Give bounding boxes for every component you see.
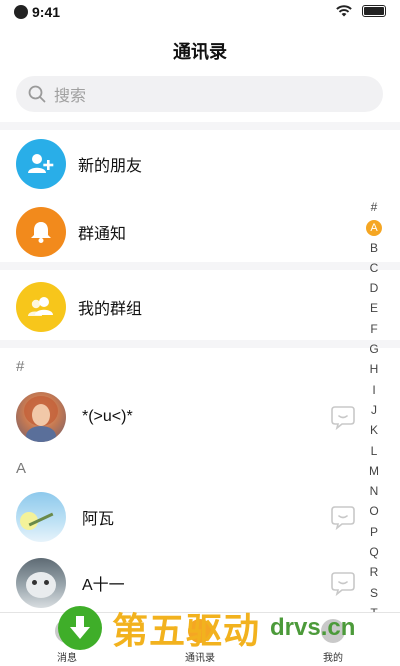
- chat-bubble-icon[interactable]: [330, 504, 356, 530]
- watermark: 第五驱动 drvs.cn: [58, 597, 355, 659]
- index-letter[interactable]: C: [362, 258, 386, 278]
- group-notice-label: 群通知: [78, 226, 127, 243]
- index-letter-text: H: [369, 362, 379, 377]
- portrait-avatar: [16, 392, 66, 442]
- contact-row[interactable]: *(>u<)*: [16, 391, 356, 443]
- index-letter[interactable]: F: [362, 319, 386, 339]
- bell-icon: [16, 207, 66, 257]
- divider-band: [0, 122, 400, 130]
- index-letter[interactable]: N: [362, 481, 386, 501]
- alphabet-index-bar[interactable]: #ABCDEFGHIJKLMNOPQRST: [362, 197, 386, 623]
- index-letter-text: C: [369, 260, 379, 275]
- index-letter-text: I: [372, 382, 376, 397]
- contact-row[interactable]: 阿瓦: [16, 491, 356, 543]
- sky-avatar: [16, 492, 66, 542]
- group-icon: [16, 282, 66, 332]
- index-letter-text: J: [371, 402, 377, 417]
- divider-band: [0, 262, 400, 270]
- chat-bubble-icon[interactable]: [330, 404, 356, 430]
- divider-band: [0, 340, 400, 348]
- search-input[interactable]: 搜索: [16, 76, 383, 112]
- index-letter[interactable]: A: [362, 217, 386, 237]
- index-letter-text: N: [369, 484, 379, 499]
- index-letter-text: G: [369, 342, 379, 357]
- section-letter: #: [16, 358, 25, 375]
- index-letter-text: O: [369, 504, 379, 519]
- section-letter: A: [16, 460, 27, 477]
- status-bar: 9:41: [0, 0, 400, 26]
- index-letter-text: Q: [369, 545, 379, 560]
- index-letter[interactable]: Q: [362, 542, 386, 562]
- contact-name: 阿瓦: [82, 511, 115, 528]
- battery-icon: [362, 5, 386, 17]
- download-arrow-icon: [58, 606, 102, 650]
- index-letter-text: P: [369, 524, 378, 539]
- index-letter[interactable]: H: [362, 359, 386, 379]
- index-letter[interactable]: G: [362, 339, 386, 359]
- index-letter[interactable]: L: [362, 441, 386, 461]
- index-letter-text: K: [369, 423, 378, 438]
- new-friends-entry[interactable]: 新的朋友: [16, 139, 142, 189]
- watermark-site: drvs.cn: [270, 614, 356, 641]
- index-letter-text: B: [369, 240, 378, 255]
- time-text: 9:41: [32, 4, 61, 20]
- search-icon: [28, 85, 46, 103]
- index-letter-text: R: [369, 565, 379, 580]
- phone-status-icon: [14, 5, 28, 19]
- index-letter[interactable]: #: [362, 197, 386, 217]
- my-groups-label: 我的群组: [78, 301, 143, 318]
- status-time: 9:41: [14, 4, 60, 20]
- index-letter[interactable]: P: [362, 522, 386, 542]
- status-icons: [336, 5, 386, 17]
- contact-name: A十一: [82, 577, 125, 594]
- index-letter-text: D: [369, 281, 379, 296]
- index-letter[interactable]: E: [362, 298, 386, 318]
- index-letter[interactable]: M: [362, 461, 386, 481]
- wifi-icon: [336, 5, 352, 17]
- group-notice-entry[interactable]: 群通知: [16, 207, 126, 257]
- watermark-brand: 第五驱动: [112, 611, 261, 652]
- index-letter-text: #: [370, 200, 378, 214]
- my-groups-entry[interactable]: 我的群组: [16, 282, 142, 332]
- index-letter-text: S: [369, 585, 378, 600]
- index-letter[interactable]: R: [362, 562, 386, 582]
- index-letter[interactable]: K: [362, 420, 386, 440]
- search-placeholder: 搜索: [54, 88, 87, 105]
- index-letter-text: A: [366, 220, 382, 237]
- index-letter-text: L: [370, 443, 378, 458]
- new-friends-label: 新的朋友: [78, 158, 143, 175]
- index-letter[interactable]: O: [362, 501, 386, 521]
- index-letter[interactable]: J: [362, 400, 386, 420]
- index-letter-text: M: [369, 463, 379, 478]
- index-letter[interactable]: B: [362, 238, 386, 258]
- chat-bubble-icon[interactable]: [330, 570, 356, 596]
- contact-name: *(>u<)*: [82, 408, 133, 425]
- index-letter[interactable]: I: [362, 380, 386, 400]
- index-letter-text: F: [370, 321, 378, 336]
- index-letter-text: E: [369, 301, 378, 316]
- page-title: 通讯录: [173, 42, 227, 62]
- index-letter[interactable]: S: [362, 583, 386, 603]
- add-friend-icon: [16, 139, 66, 189]
- index-letter[interactable]: D: [362, 278, 386, 298]
